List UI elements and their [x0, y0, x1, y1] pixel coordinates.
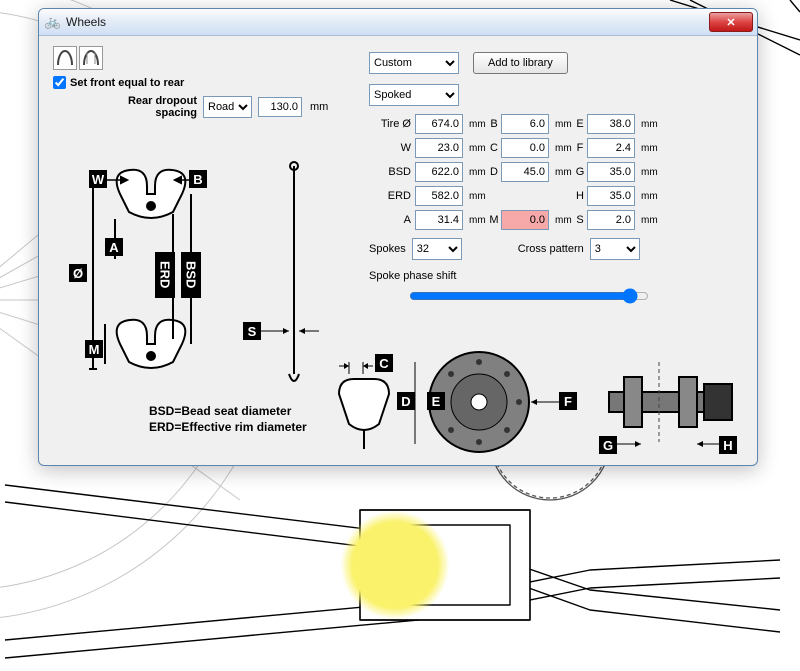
- preset-select[interactable]: Custom: [369, 52, 459, 74]
- w-input[interactable]: [415, 138, 463, 158]
- spokes-select[interactable]: 32: [412, 238, 462, 260]
- window-title: Wheels: [66, 15, 709, 29]
- e-input[interactable]: [587, 114, 635, 134]
- phase-slider[interactable]: [409, 288, 649, 304]
- m-input[interactable]: [501, 210, 549, 230]
- a-input[interactable]: [415, 210, 463, 230]
- spokes-label: Spokes: [369, 243, 406, 255]
- spoke-diagram: S: [239, 156, 329, 396]
- rear-dropout-type-select[interactable]: Road: [203, 96, 252, 118]
- close-button[interactable]: ✕: [709, 12, 753, 32]
- parameter-grid: Tire Ø mm B mm E mm W mm C mm F mm: [369, 114, 739, 230]
- rear-dropout-label: Rear dropout spacing: [117, 95, 197, 119]
- s-input[interactable]: [587, 210, 635, 230]
- close-icon: ✕: [726, 16, 735, 29]
- add-to-library-button[interactable]: Add to library: [473, 52, 568, 74]
- tire-profile-icon-2[interactable]: [79, 46, 103, 70]
- front-equal-rear-label: Set front equal to rear: [70, 77, 184, 89]
- tire-profile-icon-1[interactable]: [53, 46, 77, 70]
- legend-text: BSD=Bead seat diameter ERD=Effective rim…: [149, 404, 307, 435]
- d-input[interactable]: [501, 162, 549, 182]
- front-equal-rear-checkbox[interactable]: [53, 76, 66, 89]
- tire-d-label: Tire Ø: [369, 118, 415, 130]
- phase-label: Spoke phase shift: [369, 270, 739, 282]
- tire-d-input[interactable]: [415, 114, 463, 134]
- titlebar: 🚲 Wheels ✕: [39, 9, 757, 36]
- hub-diagram: C D E F G H: [319, 344, 739, 464]
- cross-pattern-label: Cross pattern: [518, 243, 584, 255]
- rear-dropout-value-input[interactable]: [258, 97, 302, 117]
- bsd-input[interactable]: [415, 162, 463, 182]
- erd-input[interactable]: [415, 186, 463, 206]
- rear-dropout-unit: mm: [310, 101, 328, 113]
- g-input[interactable]: [587, 162, 635, 182]
- construction-select[interactable]: Spoked: [369, 84, 459, 106]
- c-input[interactable]: [501, 138, 549, 158]
- b-input[interactable]: [501, 114, 549, 134]
- cross-pattern-select[interactable]: 3: [590, 238, 640, 260]
- app-icon: 🚲: [45, 14, 61, 30]
- highlight-spot: [340, 510, 450, 620]
- f-input[interactable]: [587, 138, 635, 158]
- wheels-dialog: 🚲 Wheels ✕ Set front equal to rear Rear …: [38, 8, 758, 466]
- h-input[interactable]: [587, 186, 635, 206]
